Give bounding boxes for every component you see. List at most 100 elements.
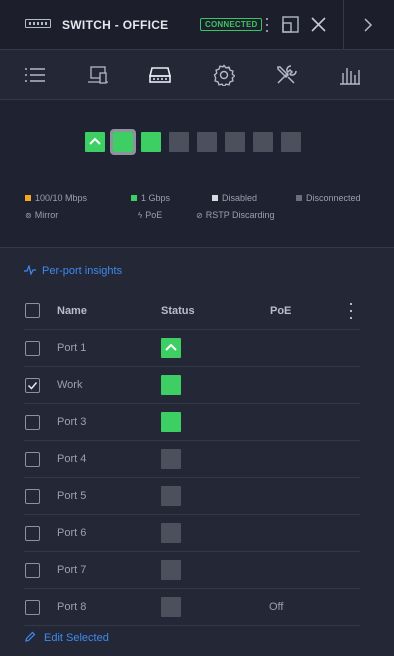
mirror-icon: ⊚: [25, 211, 32, 220]
port-status: [161, 560, 181, 580]
bolt-icon: ϟ: [138, 211, 143, 220]
legend-label: 100/10 Mbps: [35, 193, 88, 203]
close-icon[interactable]: [309, 15, 328, 34]
legend-disconnected: Disconnected: [296, 193, 361, 203]
table-row[interactable]: Port 5: [24, 478, 360, 515]
chevron-right-icon[interactable]: [360, 16, 376, 34]
legend-swatch-orange: [25, 195, 31, 201]
device-title: SWITCH - OFFICE: [62, 18, 169, 32]
port-map-panel: [0, 100, 394, 248]
select-all-checkbox[interactable]: [25, 303, 40, 318]
insights-label: Per-port insights: [42, 265, 123, 277]
legend-rstp: ⊘ RSTP Discarding: [196, 210, 275, 220]
row-checkbox[interactable]: [25, 563, 40, 578]
port-status: [161, 523, 181, 543]
port-name: Port 1: [57, 342, 87, 354]
table-row[interactable]: Port 7: [24, 552, 360, 589]
column-header-poe[interactable]: PoE: [270, 305, 291, 317]
tab-settings[interactable]: [211, 62, 237, 88]
table-row[interactable]: Port 6: [24, 515, 360, 552]
tab-statistics[interactable]: [337, 62, 363, 88]
port-status: [161, 375, 181, 395]
port-map-7[interactable]: [253, 132, 273, 152]
tab-devices[interactable]: [85, 62, 111, 88]
legend-disabled: Disabled: [212, 193, 257, 203]
row-checkbox[interactable]: [25, 526, 40, 541]
port-map-4[interactable]: [169, 132, 189, 152]
port-name: Work: [57, 379, 83, 391]
row-checkbox[interactable]: [25, 378, 40, 393]
tab-list[interactable]: [22, 62, 48, 88]
port-status: [161, 449, 181, 469]
table-row[interactable]: Port 1: [24, 330, 360, 367]
port-map-5[interactable]: [197, 132, 217, 152]
legend-label: RSTP Discarding: [205, 210, 275, 220]
table-row[interactable]: Port 4: [24, 441, 360, 478]
stats-icon: [340, 68, 360, 85]
legend-swatch-green: [131, 195, 137, 201]
port-map-2[interactable]: [110, 129, 136, 155]
port-status: [161, 486, 181, 506]
legend-label: Disconnected: [306, 193, 361, 203]
legend-100mbps: 100/10 Mbps: [25, 193, 87, 203]
port-map-6[interactable]: [225, 132, 245, 152]
table-row[interactable]: Work: [24, 367, 360, 404]
activity-icon: [24, 265, 36, 275]
popout-icon[interactable]: [282, 16, 299, 33]
legend-poe: ϟ PoE: [138, 210, 162, 220]
port-name: Port 3: [57, 416, 87, 428]
port-name: Port 5: [57, 490, 87, 502]
column-header-status[interactable]: Status: [161, 305, 195, 317]
port-status: [161, 338, 181, 358]
column-header-name[interactable]: Name: [57, 305, 87, 317]
blocked-icon: ⊘: [196, 211, 203, 220]
port-map-8[interactable]: [281, 132, 301, 152]
pencil-icon: [25, 631, 36, 642]
port-map-1[interactable]: [85, 132, 105, 152]
port-name: Port 6: [57, 527, 87, 539]
port-status: [161, 412, 181, 432]
row-checkbox[interactable]: [25, 489, 40, 504]
port-name: Port 4: [57, 453, 87, 465]
port-map-3[interactable]: [141, 132, 161, 152]
legend-1gbps: 1 Gbps: [131, 193, 170, 203]
table-row[interactable]: Port 3: [24, 404, 360, 441]
row-checkbox[interactable]: [25, 415, 40, 430]
per-port-insights-link[interactable]: Per-port insights: [24, 265, 122, 277]
devices-icon: [88, 66, 108, 84]
legend-label: PoE: [145, 210, 163, 220]
panel-header: SWITCH - OFFICE CONNECTED: [0, 0, 394, 50]
port-poe: Off: [269, 601, 284, 613]
legend-mirror: ⊚ Mirror: [25, 210, 58, 220]
port-name: Port 8: [57, 601, 87, 613]
table-row[interactable]: Port 8 Off: [24, 589, 360, 626]
uplink-arrow-icon: [165, 343, 177, 351]
tab-bar: [0, 50, 394, 100]
legend-label: Mirror: [34, 210, 59, 220]
port-name: Port 7: [57, 564, 87, 576]
legend-label: Disabled: [222, 193, 258, 203]
header-divider: [343, 0, 344, 50]
tab-ports[interactable]: [147, 62, 173, 88]
row-checkbox[interactable]: [25, 341, 40, 356]
edit-selected-label: Edit Selected: [44, 632, 109, 644]
checkmark-icon: [27, 382, 38, 390]
column-options-icon[interactable]: [349, 302, 353, 320]
row-checkbox[interactable]: [25, 600, 40, 615]
legend-swatch-white: [212, 195, 218, 201]
tab-tools[interactable]: [273, 62, 299, 88]
legend-swatch-gray: [296, 195, 302, 201]
tools-icon: [277, 65, 297, 84]
row-checkbox[interactable]: [25, 452, 40, 467]
legend-label: 1 Gbps: [141, 193, 171, 203]
kebab-menu-icon[interactable]: [262, 16, 272, 34]
table-header-row: Name Status PoE: [24, 293, 360, 330]
switch-device-icon: [25, 19, 51, 28]
port-status: [161, 597, 181, 617]
ports-icon: [148, 67, 172, 83]
gear-icon: [213, 64, 235, 86]
edit-selected-link[interactable]: Edit Selected: [25, 631, 109, 644]
uplink-arrow-icon: [89, 137, 101, 145]
connected-status-badge: CONNECTED: [200, 18, 263, 31]
list-icon: [25, 68, 45, 82]
